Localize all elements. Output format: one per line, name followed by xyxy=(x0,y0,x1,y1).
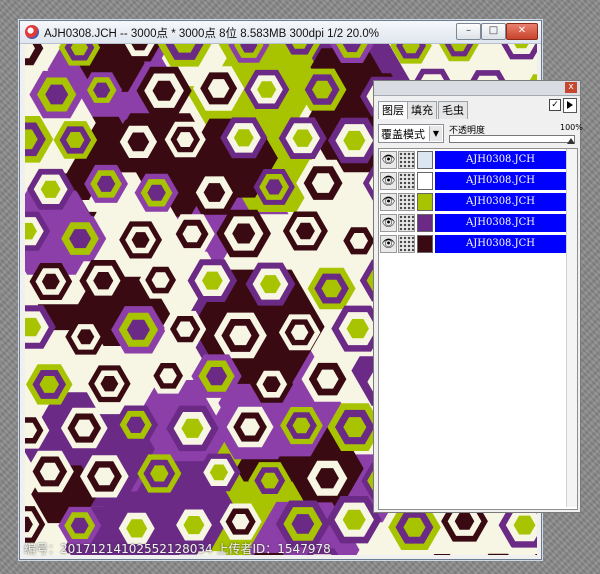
blend-mode-select[interactable]: 覆盖模式 ▼ xyxy=(378,124,444,143)
document-titlebar[interactable]: AJH0308.JCH -- 3000点 * 3000点 8位 8.583MB … xyxy=(20,21,541,44)
palette-menu-arrow-icon[interactable] xyxy=(563,98,577,113)
layers-palette[interactable]: x 图层 填充 毛虫 ✓ 覆盖模式 ▼ 不透明度 100% 👁 AJH0308.J… xyxy=(373,80,583,513)
maximize-button[interactable]: □ xyxy=(481,23,506,40)
workspace-background: AJH0308.JCH -- 3000点 * 3000点 8位 8.583MB … xyxy=(0,0,600,574)
layer-lock-icon[interactable] xyxy=(398,193,415,211)
tab-caterpillar[interactable]: 毛虫 xyxy=(438,101,468,119)
blend-mode-value: 覆盖模式 xyxy=(381,128,425,141)
layer-name[interactable]: AJH0308.JCH xyxy=(435,193,566,211)
layer-lock-icon[interactable] xyxy=(398,151,415,169)
tab-layers[interactable]: 图层 xyxy=(378,101,408,119)
palette-titlebar[interactable]: x xyxy=(374,81,580,96)
layer-row[interactable]: 👁 AJH0308.JCH xyxy=(379,171,566,191)
layer-name[interactable]: AJH0308.JCH xyxy=(435,214,566,232)
layer-lock-icon[interactable] xyxy=(398,235,415,253)
document-title: AJH0308.JCH -- 3000点 * 3000点 8位 8.583MB … xyxy=(44,28,379,40)
layer-color-swatch[interactable] xyxy=(417,193,433,211)
minimize-button[interactable]: – xyxy=(456,23,481,40)
layer-list-scrollbar[interactable] xyxy=(566,149,577,507)
layer-lock-icon[interactable] xyxy=(398,214,415,232)
hexagon-ring-outer xyxy=(535,554,537,555)
layer-name[interactable]: AJH0308.JCH xyxy=(435,151,566,169)
layer-color-swatch[interactable] xyxy=(417,172,433,190)
app-logo-icon xyxy=(25,25,39,39)
layer-list[interactable]: 👁 AJH0308.JCH 👁 AJH0308.JCH 👁 AJH0308.JCH 👁 AJH… xyxy=(378,148,578,510)
layer-lock-icon[interactable] xyxy=(398,172,415,190)
layer-name[interactable]: AJH0308.JCH xyxy=(435,235,566,253)
layer-color-swatch[interactable] xyxy=(417,214,433,232)
hexagon-ring-outer xyxy=(365,552,388,555)
opacity-slider[interactable] xyxy=(449,135,575,143)
watermark-text: 编号：20171214102552128034 上传者ID：1547978 xyxy=(24,542,331,556)
palette-tabs: 图层 填充 毛虫 xyxy=(378,101,576,119)
layer-row[interactable]: 👁 AJH0308.JCH xyxy=(379,150,566,170)
close-button[interactable]: ✕ xyxy=(506,23,538,40)
eye-icon[interactable]: 👁 xyxy=(380,214,397,232)
eye-icon[interactable]: 👁 xyxy=(380,172,397,190)
palette-close-button[interactable]: x xyxy=(565,82,577,93)
palette-option-checkbox[interactable]: ✓ xyxy=(549,99,561,111)
opacity-value: 100% xyxy=(560,123,583,132)
tab-fill[interactable]: 填充 xyxy=(407,101,437,119)
layer-color-swatch[interactable] xyxy=(417,151,433,169)
eye-icon[interactable]: 👁 xyxy=(380,193,397,211)
chevron-down-icon[interactable]: ▼ xyxy=(429,126,442,141)
eye-icon[interactable]: 👁 xyxy=(380,235,397,253)
layer-row[interactable]: 👁 AJH0308.JCH xyxy=(379,192,566,212)
layer-name[interactable]: AJH0308.JCH xyxy=(435,172,566,190)
layer-row[interactable]: 👁 AJH0308.JCH xyxy=(379,234,566,254)
layer-color-swatch[interactable] xyxy=(417,235,433,253)
opacity-slider-thumb[interactable] xyxy=(567,138,575,144)
eye-icon[interactable]: 👁 xyxy=(380,151,397,169)
layer-row[interactable]: 👁 AJH0308.JCH xyxy=(379,213,566,233)
